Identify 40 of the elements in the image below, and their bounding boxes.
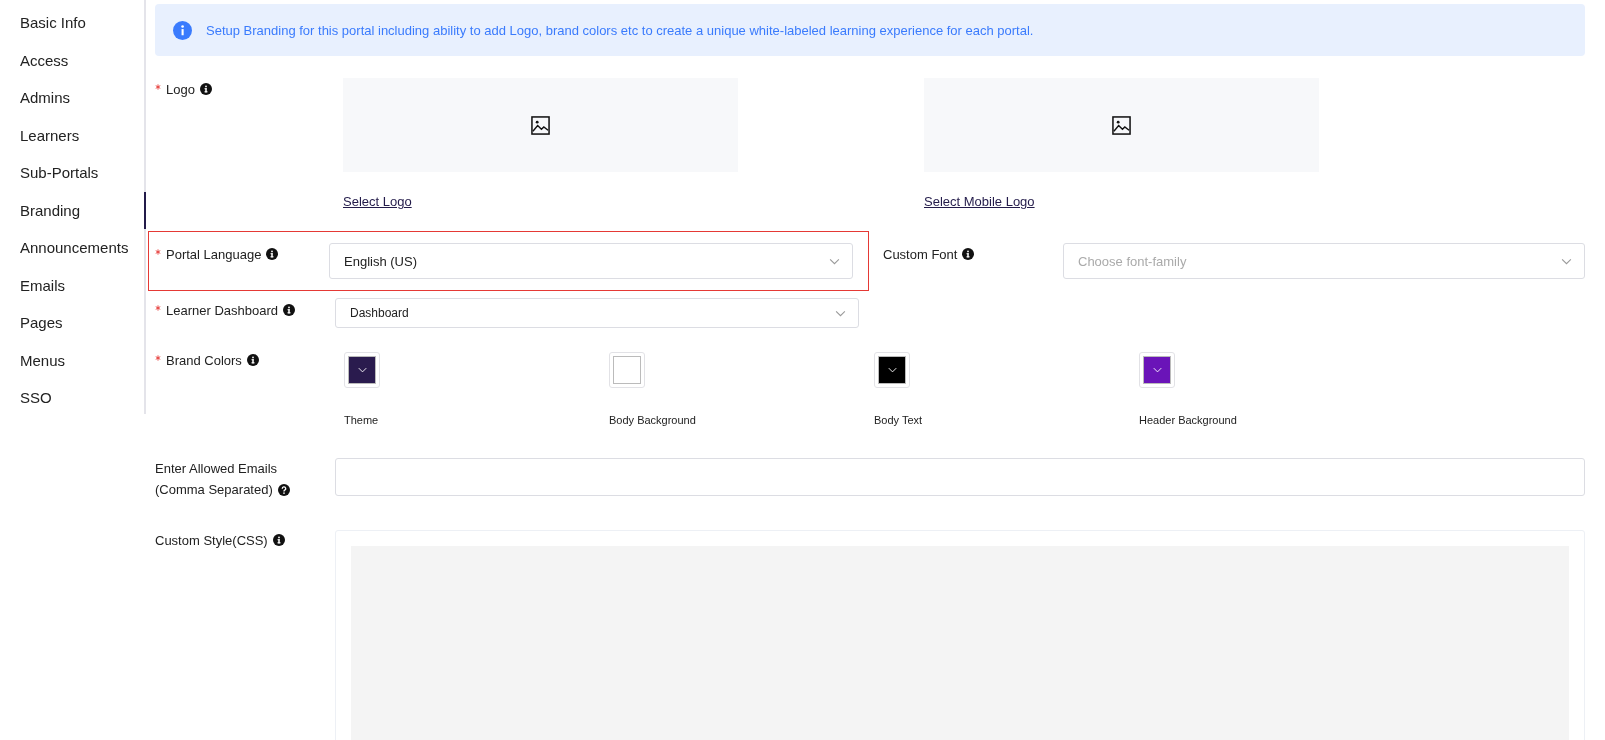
- image-icon: [531, 115, 550, 135]
- sidebar-item[interactable]: Admins: [0, 79, 144, 117]
- logo-placeholder[interactable]: [343, 78, 738, 172]
- swatch-label: Body Background: [609, 414, 697, 426]
- sidebar-item[interactable]: Menus: [0, 341, 144, 379]
- select-logo-link[interactable]: Select Mobile Logo: [924, 194, 1035, 209]
- sidebar-item[interactable]: Access: [0, 41, 144, 79]
- field-label: Custom Style(CSS): [155, 532, 268, 548]
- chevron-down-icon: [1152, 367, 1162, 373]
- logo-placeholder[interactable]: [924, 78, 1319, 172]
- field-label: Custom Font: [883, 246, 958, 262]
- sidebar-item[interactable]: Basic Info: [0, 4, 144, 42]
- field-label: Learner Dashboard: [166, 302, 279, 318]
- chevron-down-icon: [1561, 257, 1572, 265]
- dashboard-select[interactable]: Dashboard: [335, 298, 859, 328]
- sidebar-item[interactable]: SSO: [0, 379, 144, 417]
- swatch-label: Theme: [344, 414, 380, 426]
- field-label: Enter Allowed Emails: [155, 461, 278, 476]
- sidebar-item[interactable]: Pages: [0, 304, 144, 342]
- emails-input[interactable]: [335, 458, 1585, 496]
- swatch-label: Body Text: [874, 414, 924, 426]
- select-logo-link[interactable]: Select Logo: [343, 194, 412, 209]
- sidebar-item[interactable]: Learners: [0, 116, 144, 154]
- field-label: (Comma Separated): [155, 482, 273, 497]
- chevron-down-icon: [357, 367, 367, 373]
- field-label: Logo: [166, 81, 195, 97]
- chevron-down-icon: [835, 309, 846, 317]
- sidebar-item[interactable]: Announcements: [0, 229, 144, 267]
- sidebar-item[interactable]: Branding: [0, 191, 146, 229]
- field-label: Brand Colors: [166, 352, 242, 368]
- sidebar-item[interactable]: Sub-Portals: [0, 154, 144, 192]
- image-icon: [1112, 115, 1131, 135]
- field-label: Portal Language: [166, 246, 262, 262]
- sidebar-item[interactable]: Emails: [0, 266, 144, 304]
- banner-text: Setup Branding for this portal including ability to add Logo, brand colors etc to create a unique white-labeled learning experience for each portal.: [206, 22, 1034, 38]
- info-icon: [173, 20, 192, 40]
- language-select[interactable]: English (US): [329, 243, 853, 279]
- chevron-down-icon: [829, 257, 840, 265]
- swatch-label: Header Background: [1139, 414, 1238, 426]
- chevron-down-icon: [887, 367, 897, 373]
